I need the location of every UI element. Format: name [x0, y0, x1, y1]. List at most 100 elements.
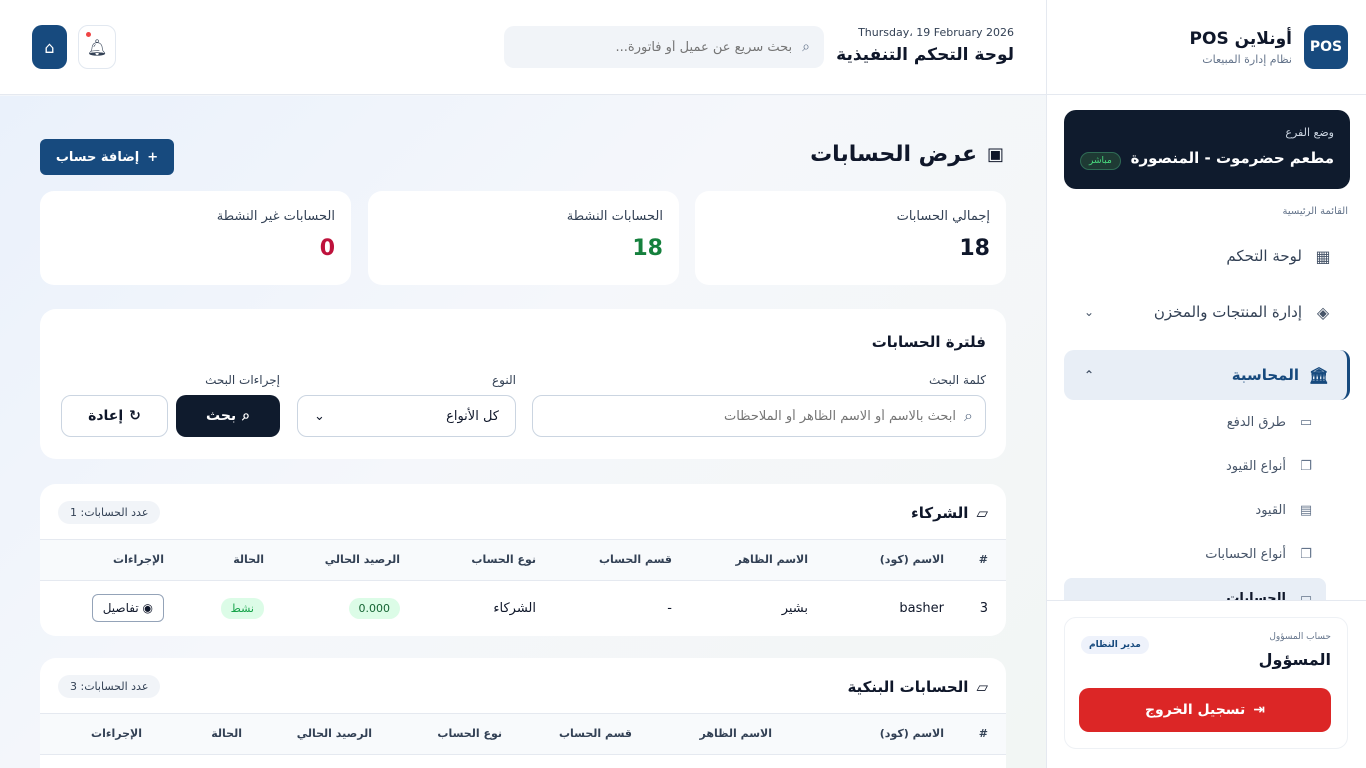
col-header: الحالة [174, 540, 274, 581]
brand-subtitle: نظام إدارة المبيعات [1202, 52, 1292, 66]
col-header: الإجراءات [40, 714, 152, 755]
search-button[interactable]: ⌕ بحث [176, 395, 280, 437]
layers-icon: ◈ [1316, 302, 1330, 322]
store-icon: ⌂ [44, 37, 55, 57]
notifications-button[interactable]: 🔔︎ [78, 25, 116, 69]
banks-title-text: الحسابات البنكية [847, 678, 969, 696]
copy-icon: ❐ [1300, 458, 1312, 474]
search-icon: ⌕ [802, 39, 810, 55]
banks-table: # الاسم (كود) الاسم الظاهر قسم الحساب نو… [40, 714, 1006, 755]
menu-caption: القائمة الرئيسية [1282, 206, 1348, 217]
reset-button[interactable]: ↻ إعادة [61, 395, 168, 437]
status-badge: نشط [220, 597, 264, 619]
type-label: النوع [492, 373, 516, 387]
main-content: ▣ عرض الحسابات + إضافة حساب إجمالي الحسا… [0, 96, 1046, 768]
grid-icon: ▦ [1315, 246, 1331, 266]
store-button[interactable]: ⌂ [32, 25, 67, 69]
chevron-down-icon: ⌄ [1084, 305, 1095, 319]
sidebar-item-accounting[interactable]: 🏛 المحاسبة ⌃ [1064, 350, 1350, 400]
filter-title: فلترة الحسابات [871, 333, 986, 351]
search-button-label: بحث [206, 408, 237, 424]
branch-card[interactable]: وضع الفرع مطعم حضرموت - المنصورة مباشر [1064, 110, 1350, 189]
brand-logo: POS [1304, 25, 1348, 69]
eye-icon: ◉ [142, 601, 153, 616]
dashboard-title: لوحة التحكم التنفيذية [836, 45, 1014, 65]
partners-table: # الاسم (كود) الاسم الظاهر قسم الحساب نو… [40, 540, 1006, 636]
col-header: قسم الحساب [546, 540, 682, 581]
actions-label: إجراءات البحث [205, 373, 280, 387]
banks-table-card: ▱ الحسابات البنكية عدد الحسابات: 3 # الا… [40, 658, 1006, 768]
keyword-label: كلمة البحث [928, 373, 986, 387]
col-header: الحالة [152, 714, 252, 755]
add-account-label: إضافة حساب [55, 149, 140, 165]
keyword-search-input[interactable] [556, 408, 957, 424]
sidebar-subitem-label: أنواع الحسابات [1205, 546, 1286, 562]
brand: POS أونلاين POS نظام إدارة المبيعات [1047, 0, 1366, 95]
sidebar-item-dashboard[interactable]: ▦ لوحة التحكم [1064, 232, 1350, 280]
table-header-row: # الاسم (كود) الاسم الظاهر قسم الحساب نو… [40, 714, 1006, 755]
sidebar-item-label: إدارة المنتجات والمخزن [1153, 303, 1302, 321]
col-header: قسم الحساب [512, 714, 642, 755]
details-label: تفاصيل [102, 601, 139, 616]
stat-total-accounts: إجمالي الحسابات 18 [695, 191, 1006, 285]
cell-display-name: بشير [781, 600, 808, 616]
add-account-button[interactable]: + إضافة حساب [40, 139, 174, 175]
col-header: الرصيد الحالي [274, 540, 410, 581]
sidebar-subitem-entries[interactable]: ▤ القيود [1064, 490, 1326, 530]
col-header: نوع الحساب [410, 540, 546, 581]
sidebar-item-label: لوحة التحكم [1226, 247, 1302, 265]
refresh-icon: ↻ [129, 408, 141, 424]
branch-live-badge: مباشر [1080, 152, 1121, 170]
wallet-icon: ▣ [986, 144, 1004, 165]
folder-icon: ▱ [976, 678, 988, 696]
logout-label: تسجيل الخروج [1144, 702, 1246, 718]
topbar: Thursday، 19 February 2026 لوحة التحكم ا… [0, 0, 1046, 95]
cell-balance: 0.000 [274, 580, 410, 636]
copy-icon: ❐ [1300, 546, 1312, 562]
stat-inactive-accounts: الحسابات غير النشطة 0 [40, 191, 351, 285]
cell-num: 3 [979, 600, 988, 616]
branch-label: وضع الفرع [1285, 126, 1334, 139]
type-select[interactable]: كل الأنواع ⌄ [297, 395, 516, 437]
banks-title: ▱ الحسابات البنكية [847, 678, 988, 696]
stat-active-accounts: الحسابات النشطة 18 [368, 191, 679, 285]
page-title: ▣ عرض الحسابات [810, 142, 1004, 167]
table-row: 3 basher بشير - الشركاء 0.000 نشط ◉ تفاص… [40, 580, 1006, 636]
quick-search-input[interactable] [532, 39, 793, 55]
logout-button[interactable]: ⇥ تسجيل الخروج [1079, 688, 1331, 732]
sidebar-subitem-account-types[interactable]: ❐ أنواع الحسابات [1064, 534, 1326, 574]
stat-value: 18 [632, 236, 663, 261]
sidebar-subitem-label: القيود [1255, 502, 1286, 518]
col-header: الاسم (كود) [782, 714, 954, 755]
sidebar-item-products[interactable]: ◈ إدارة المنتجات والمخزن ⌄ [1064, 288, 1350, 336]
wallet-icon: ▭ [1299, 414, 1313, 430]
stat-value: 0 [319, 236, 335, 261]
current-date: Thursday، 19 February 2026 [858, 26, 1014, 39]
details-button[interactable]: ◉ تفاصيل [91, 594, 164, 623]
col-header: الاسم الظاهر [642, 714, 782, 755]
cell-section: - [667, 600, 672, 616]
col-header: الاسم الظاهر [682, 540, 818, 581]
sidebar-subitem-entry-types[interactable]: ❐ أنواع القيود [1064, 446, 1326, 486]
col-header: الرصيد الحالي [252, 714, 382, 755]
folder-icon: ▱ [976, 504, 988, 522]
cell-status: نشط [174, 580, 274, 636]
keyword-search-field[interactable]: ⌕ [532, 395, 986, 437]
col-header: الاسم (كود) [818, 540, 954, 581]
cell-actions: ◉ تفاصيل [40, 580, 174, 636]
table-header-row: # الاسم (كود) الاسم الظاهر قسم الحساب نو… [40, 540, 1006, 581]
chevron-down-icon: ⌄ [314, 408, 325, 424]
filter-card: فلترة الحسابات كلمة البحث النوع إجراءات … [40, 309, 1006, 459]
banks-table-header: ▱ الحسابات البنكية عدد الحسابات: 3 [40, 658, 1006, 714]
partners-table-card: ▱ الشركاء عدد الحسابات: 1 # الاسم (كود) … [40, 484, 1006, 636]
stat-label: إجمالي الحسابات [896, 209, 990, 224]
sidebar-subitem-payment-methods[interactable]: ▭ طرق الدفع [1064, 402, 1326, 442]
stat-value: 18 [959, 236, 990, 261]
page-title-text: عرض الحسابات [810, 142, 977, 167]
type-select-value: كل الأنواع [446, 408, 499, 424]
sidebar-subitem-label: طرق الدفع [1226, 414, 1286, 430]
user-panel: حساب المسؤول المسؤول مدير النظام ⇥ تسجيل… [1047, 600, 1366, 768]
chevron-up-icon: ⌃ [1084, 368, 1095, 382]
quick-search[interactable]: ⌕ [504, 26, 824, 68]
col-header: نوع الحساب [382, 714, 512, 755]
